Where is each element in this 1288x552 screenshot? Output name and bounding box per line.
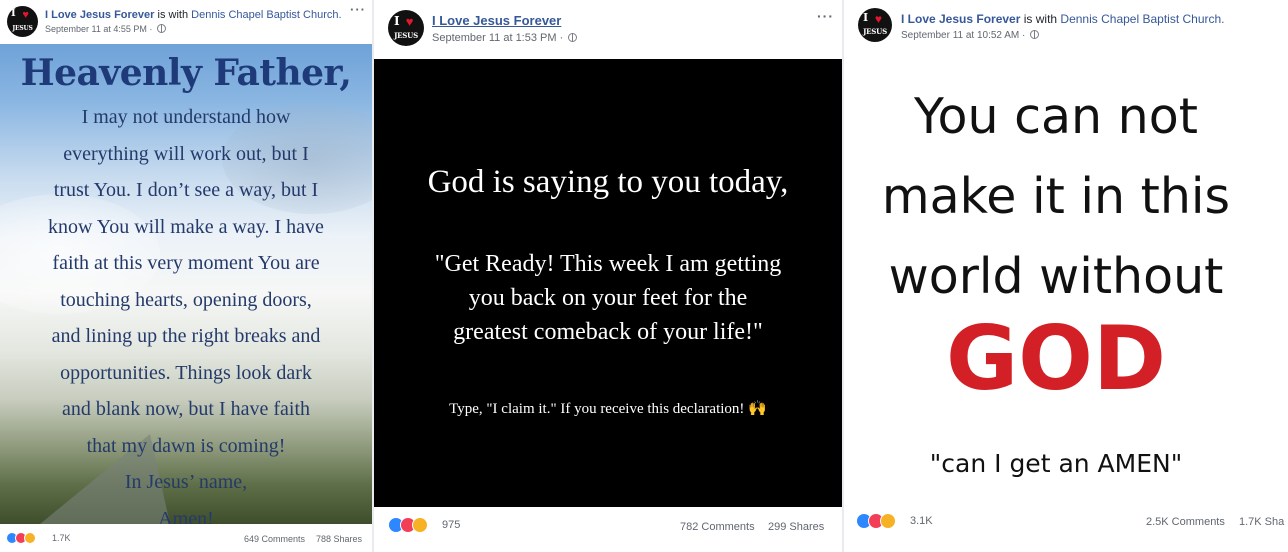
post-meta: September 11 at 1:53 PM · — [432, 32, 578, 44]
avatar-caption: JESUS — [863, 27, 887, 36]
page-avatar[interactable]: I ♥ JESUS — [388, 10, 424, 46]
avatar-caption: JESUS — [394, 31, 418, 40]
post-meta: September 11 at 10:52 AM · — [901, 30, 1040, 41]
image-line: I may not understand how — [81, 106, 291, 128]
image-line: and lining up the right breaks and — [51, 325, 321, 347]
post-card-2: I ♥ JESUS I Love Jesus Forever September… — [374, 0, 842, 552]
cta-text: Type, "I claim it." If you receive this … — [449, 401, 745, 417]
page-name-link[interactable]: I Love Jesus Forever — [901, 12, 1020, 26]
post-meta: September 11 at 4:55 PM · — [45, 24, 166, 34]
image-quote: "Get Ready! This week I am getting you b… — [374, 247, 842, 349]
image-line: Amen! — [158, 507, 214, 525]
image-line: You can not — [914, 88, 1198, 145]
image-line: that my dawn is coming! — [86, 434, 286, 457]
reaction-icons[interactable] — [6, 532, 36, 544]
more-options-button[interactable]: ··· — [817, 8, 834, 24]
shares-count[interactable]: 788 Shares — [316, 534, 362, 544]
image-line: touching hearts, opening doors, — [60, 288, 312, 311]
post-image[interactable]: You can not make it in this world withou… — [844, 57, 1288, 505]
post-footer: 975 782 Comments 299 Shares — [374, 514, 842, 538]
image-line: world without — [888, 248, 1224, 305]
reaction-count[interactable]: 975 — [442, 519, 460, 531]
heart-icon: ♥ — [874, 12, 882, 26]
page-avatar[interactable]: I ♥ JESUS — [7, 6, 38, 37]
raised-hands-icon: 🙌 — [748, 401, 767, 417]
quote-line: "Get Ready! This week I am getting — [434, 251, 782, 277]
place-link[interactable]: Dennis Chapel Baptist Church. — [191, 9, 341, 21]
post-card-3: I ♥ JESUS I Love Jesus Forever is with D… — [844, 0, 1288, 552]
heart-icon: ♥ — [405, 14, 414, 29]
quote-line: greatest comeback of your life!" — [453, 319, 763, 345]
comments-count[interactable]: 782 Comments — [680, 521, 755, 533]
avatar-letter: I — [11, 8, 16, 19]
with-text: is with — [1023, 12, 1058, 26]
image-line: everything will work out, but I — [63, 142, 309, 165]
image-line: know You will make a way. I have — [48, 215, 324, 238]
image-body: I may not understand how everything will… — [0, 99, 372, 524]
post-timestamp[interactable]: September 11 at 1:53 PM — [432, 32, 557, 44]
image-big-word: GOD — [945, 307, 1167, 410]
image-bottom-text: "can I get an AMEN" — [929, 449, 1183, 478]
post-footer: 3.1K 2.5K Comments 1.7K Sha — [844, 510, 1288, 534]
comments-count[interactable]: 2.5K Comments — [1146, 516, 1225, 528]
post-image[interactable]: God is saying to you today, "Get Ready! … — [374, 59, 842, 507]
image-line: make it in this — [881, 168, 1231, 225]
reaction-icons[interactable] — [856, 513, 896, 529]
image-text: You can not make it in this world withou… — [844, 77, 1268, 317]
post-image[interactable]: Heavenly Father, I may not understand ho… — [0, 44, 372, 524]
page-name-link[interactable]: I Love Jesus Forever — [432, 13, 561, 28]
image-headline: God is saying to you today, — [427, 164, 789, 200]
reaction-count[interactable]: 1.7K — [52, 533, 71, 543]
image-line: trust You. I don’t see a way, but I — [53, 179, 319, 201]
avatar-caption: JESUS — [12, 25, 33, 32]
wow-reaction-icon — [412, 517, 428, 533]
image-line: In Jesus’ name, — [124, 471, 248, 493]
post-card-1: I ♥ JESUS I Love Jesus Forever is with D… — [0, 0, 372, 552]
post-header: I ♥ JESUS I Love Jesus Forever September… — [374, 0, 842, 60]
image-line: faith at this very moment You are — [52, 252, 320, 274]
more-options-button[interactable]: ··· — [350, 2, 366, 17]
heart-icon: ♥ — [22, 9, 29, 21]
image-title: Heavenly Father, — [20, 52, 352, 94]
quote-line: you back on your feet for the — [468, 285, 748, 311]
page-avatar[interactable]: I ♥ JESUS — [858, 8, 892, 42]
shares-count[interactable]: 299 Shares — [768, 521, 824, 533]
comments-count[interactable]: 649 Comments — [244, 534, 305, 544]
post-footer: 1.7K 649 Comments 788 Shares — [0, 530, 372, 548]
avatar-letter: I — [394, 14, 400, 28]
with-text: is with — [157, 9, 189, 21]
image-line: opportunities. Things look dark — [60, 361, 312, 384]
shares-count[interactable]: 1.7K Sha — [1239, 516, 1284, 528]
globe-icon — [156, 24, 166, 33]
post-timestamp[interactable]: September 11 at 10:52 AM — [901, 30, 1019, 41]
reaction-icons[interactable] — [388, 517, 428, 533]
image-line: and blank now, but I have faith — [61, 398, 311, 420]
post-timestamp[interactable]: September 11 at 4:55 PM — [45, 24, 147, 34]
globe-icon — [1030, 30, 1040, 39]
post-author-line: I Love Jesus Forever — [432, 13, 561, 28]
post-author-line: I Love Jesus Forever is with Dennis Chap… — [901, 12, 1225, 26]
reaction-count[interactable]: 3.1K — [910, 515, 933, 527]
place-link[interactable]: Dennis Chapel Baptist Church. — [1060, 12, 1224, 26]
page-name-link[interactable]: I Love Jesus Forever — [45, 9, 154, 21]
avatar-letter: I — [863, 11, 869, 24]
globe-icon — [568, 33, 578, 42]
image-cta: Type, "I claim it." If you receive this … — [374, 399, 842, 418]
post-header: I ♥ JESUS I Love Jesus Forever is with D… — [844, 0, 1288, 60]
post-author-line: I Love Jesus Forever is with Dennis Chap… — [45, 9, 342, 21]
sad-reaction-icon — [24, 532, 36, 544]
haha-reaction-icon — [880, 513, 896, 529]
